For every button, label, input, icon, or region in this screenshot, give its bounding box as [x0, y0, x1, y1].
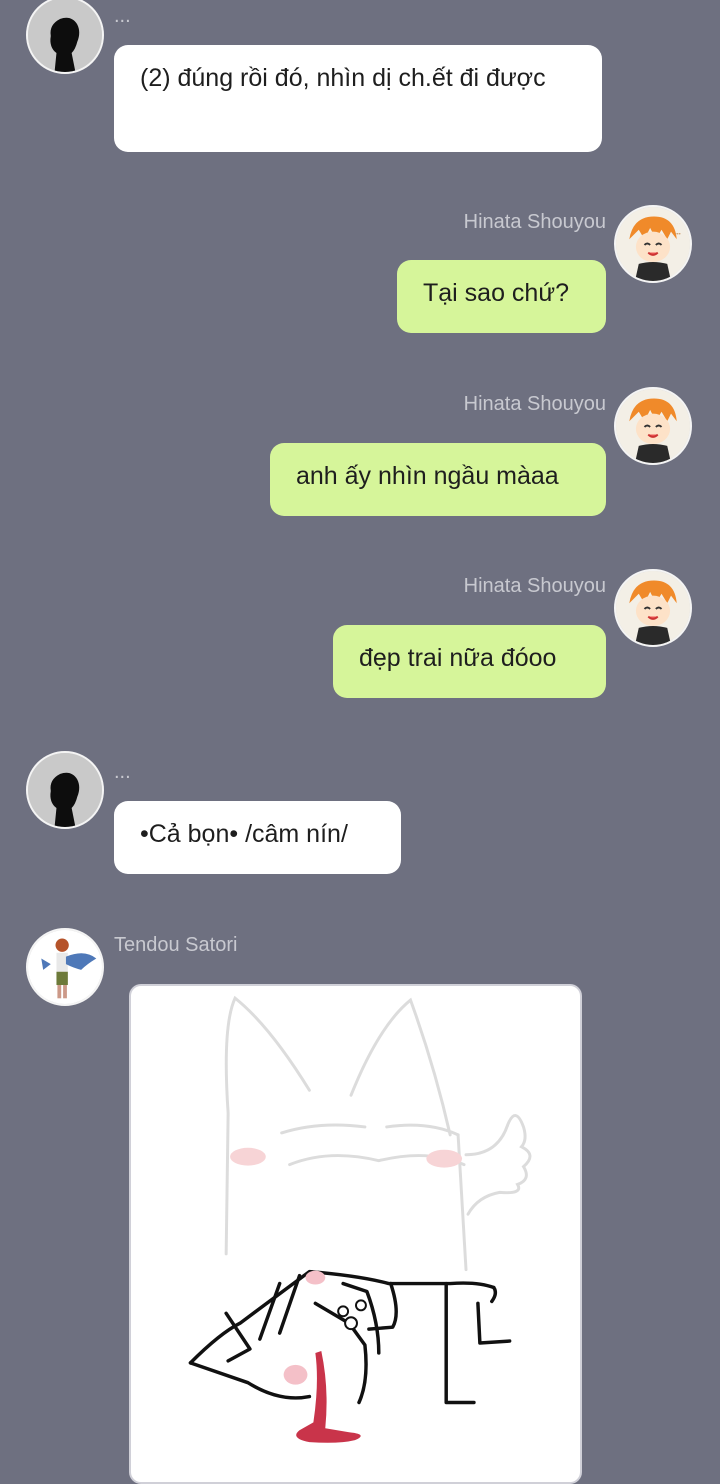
tendou-avatar-icon[interactable]: [26, 928, 104, 1006]
message-bubble[interactable]: Tại sao chứ?: [397, 260, 606, 333]
hinata-avatar-icon[interactable]: [614, 387, 692, 465]
silhouette-avatar-icon[interactable]: [26, 0, 104, 74]
message-bubble[interactable]: •Cả bọn• /câm nín/: [114, 801, 401, 874]
sender-name: Hinata Shouyou: [463, 211, 606, 233]
svg-text:•••: •••: [675, 231, 681, 237]
sender-name: Hinata Shouyou: [463, 575, 606, 597]
message-bubble[interactable]: anh ấy nhìn ngầu màaa: [270, 443, 606, 516]
message-bubble[interactable]: đẹp trai nữa đóoo: [333, 625, 606, 698]
sender-name: Hinata Shouyou: [463, 393, 606, 415]
silhouette-avatar-icon[interactable]: [26, 751, 104, 829]
sender-name: Tendou Satori: [114, 934, 238, 956]
sender-name: ...: [114, 761, 131, 783]
sender-name: ...: [114, 5, 131, 27]
hinata-avatar-icon[interactable]: •••: [614, 205, 692, 283]
hinata-avatar-icon[interactable]: [614, 569, 692, 647]
cat-sticker-image[interactable]: [129, 984, 582, 1484]
message-bubble[interactable]: (2) đúng rồi đó, nhìn dị ch.ết đi được: [114, 45, 602, 152]
